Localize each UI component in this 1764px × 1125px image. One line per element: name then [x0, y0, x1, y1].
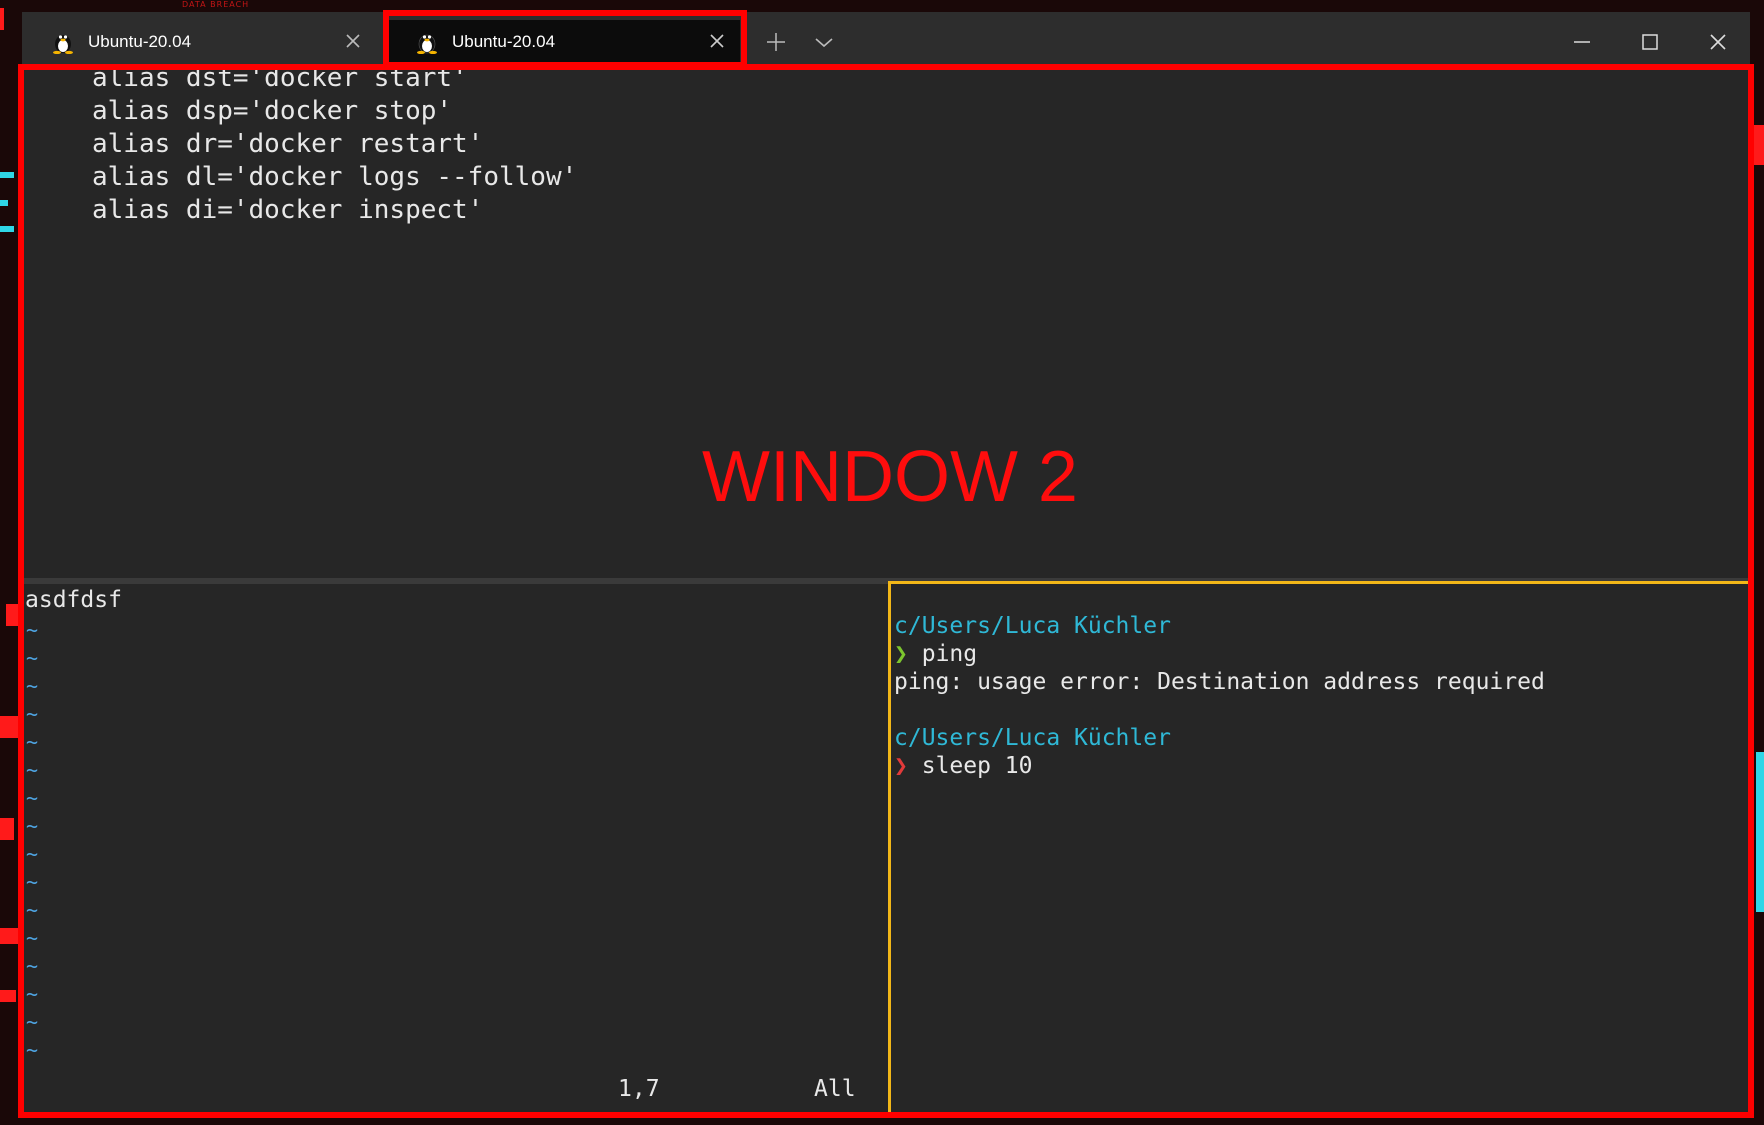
command-output: ping: usage error: Destination address r…: [894, 669, 1545, 695]
vim-empty-line: ~: [26, 730, 39, 754]
terminal-window: Ubuntu-20.04 Ubuntu-20.04 alias dst='doc…: [22, 12, 1750, 1118]
terminal-content[interactable]: alias dst='docker start' alias dsp='dock…: [22, 63, 1750, 1118]
close-icon[interactable]: [344, 32, 362, 50]
background-art: [0, 172, 14, 178]
vim-empty-line: ~: [26, 814, 39, 838]
vim-empty-line: ~: [26, 702, 39, 726]
vim-cursor-position: 1,7: [618, 1076, 660, 1102]
background-art: [0, 990, 16, 1002]
tab-label: Ubuntu-20.04: [452, 32, 556, 51]
tab-ubuntu-2[interactable]: Ubuntu-20.04: [388, 20, 740, 64]
prompt-path: c/Users/Luca Küchler: [894, 725, 1171, 751]
vim-empty-line: ~: [26, 618, 39, 642]
vim-pane[interactable]: asdfdsf ~ ~ ~ ~ ~ ~ ~ ~ ~ ~ ~ ~ ~ ~ ~ ~ …: [22, 584, 888, 1118]
command-text: ping: [921, 641, 978, 667]
shell-pane[interactable]: c/Users/Luca Küchler ❯ ping ping: usage …: [888, 581, 1750, 1118]
background-art: [0, 716, 18, 738]
maximize-icon[interactable]: [1638, 30, 1662, 54]
tab-label: Ubuntu-20.04: [88, 32, 192, 51]
minimize-icon[interactable]: [1570, 30, 1594, 54]
vim-scroll-indicator: All: [814, 1076, 856, 1102]
alias-line: alias di='docker inspect': [92, 195, 484, 225]
vim-empty-line: ~: [26, 786, 39, 810]
vim-empty-line: ~: [26, 842, 39, 866]
tux-icon: [53, 35, 73, 54]
prompt-arrow-icon: ❯: [894, 641, 908, 667]
chevron-down-icon[interactable]: [812, 30, 836, 54]
alias-line: alias dst='docker start': [92, 63, 468, 93]
tux-icon: [417, 34, 437, 54]
background-art: [1754, 125, 1764, 165]
vim-empty-line: ~: [26, 954, 39, 978]
command-text: sleep 10: [921, 753, 1033, 779]
plus-icon[interactable]: [764, 30, 788, 54]
background-art: [0, 8, 4, 30]
background-art: [6, 604, 20, 626]
alias-line: alias dsp='docker stop': [92, 96, 453, 126]
prompt-path: c/Users/Luca Küchler: [894, 613, 1171, 639]
title-bar: Ubuntu-20.04 Ubuntu-20.04: [22, 12, 1750, 64]
window-annotation-label: WINDOW 2: [702, 437, 1078, 517]
vim-empty-line: ~: [26, 758, 39, 782]
vim-empty-line: ~: [26, 646, 39, 670]
background-art: [0, 928, 20, 944]
background-art: [0, 226, 14, 232]
command-line: ❯ sleep 10: [894, 752, 1033, 780]
background-art: [0, 818, 14, 840]
alias-line: alias dr='docker restart': [92, 129, 484, 159]
vim-empty-line: ~: [26, 1010, 39, 1034]
vim-buffer-line: asdfdsf: [25, 587, 122, 613]
background-art: [1756, 752, 1764, 912]
vim-empty-line: ~: [26, 870, 39, 894]
vim-empty-line: ~: [26, 926, 39, 950]
vim-empty-line: ~: [26, 982, 39, 1006]
background-watermark: DATA BREACH: [182, 0, 250, 9]
top-pane[interactable]: alias dst='docker start' alias dsp='dock…: [22, 63, 1750, 578]
vim-empty-line: ~: [26, 1038, 39, 1062]
alias-line: alias dl='docker logs --follow': [92, 162, 578, 192]
command-line: ❯ ping: [894, 640, 977, 668]
tab-ubuntu-1[interactable]: Ubuntu-20.04: [24, 20, 376, 64]
vim-empty-line: ~: [26, 898, 39, 922]
prompt-arrow-icon: ❯: [894, 753, 908, 779]
vim-empty-line: ~: [26, 674, 39, 698]
close-icon[interactable]: [708, 32, 726, 50]
background-art: [0, 200, 8, 206]
close-icon[interactable]: [1706, 30, 1730, 54]
